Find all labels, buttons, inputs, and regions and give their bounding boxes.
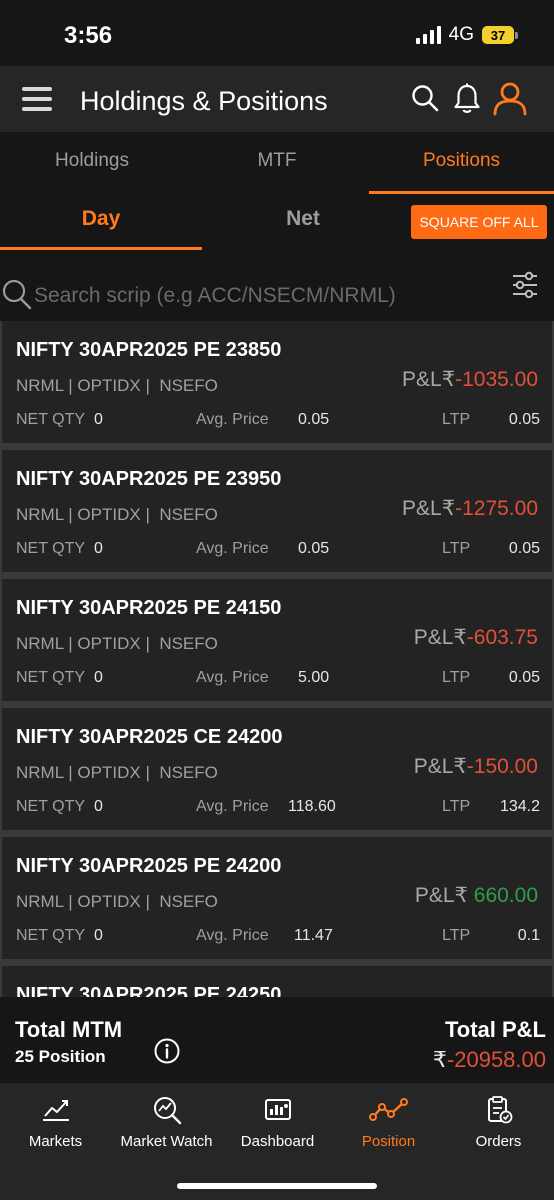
pnl-value: P&L₹-1275.00 <box>402 497 538 520</box>
profile-icon[interactable] <box>492 80 528 116</box>
nav-label: Markets <box>28 1133 83 1150</box>
avg-price-value: 0.05 <box>298 540 330 557</box>
position-card[interactable]: NIFTY 30APR2025 CE 24200 NRML | OPTIDX |… <box>2 708 552 830</box>
home-indicator <box>177 1183 377 1189</box>
nav-label: Dashboard <box>240 1133 315 1150</box>
net-qty: NET QTY 0 <box>16 540 103 557</box>
ltp-value: 134.2 <box>499 798 540 815</box>
ltp-value: 0.1 <box>517 927 540 944</box>
scrip-name: NIFTY 30APR2025 PE 24200 <box>16 855 282 877</box>
subtab-day[interactable]: Day <box>0 194 202 250</box>
app-header: Holdings & Positions <box>0 66 554 132</box>
main-tabs: Holdings MTF Positions <box>0 132 554 194</box>
position-card[interactable]: NIFTY 30APR2025 PE 24150 NRML | OPTIDX |… <box>2 579 552 701</box>
total-pnl-label: Total P&L <box>444 1017 546 1042</box>
page-title: Holdings & Positions <box>80 86 328 116</box>
summary-bar: Total MTM 25 Position Total P&L ₹-20958.… <box>0 997 554 1083</box>
scrip-name: NIFTY 30APR2025 PE 23850 <box>16 339 282 361</box>
avg-price-value: 0.05 <box>298 411 330 428</box>
scrip-meta: NRML | OPTIDX | NSEFO <box>16 763 218 782</box>
position-card[interactable]: NIFTY 30APR2025 PE 24250 <box>2 966 552 997</box>
ltp-value: 0.05 <box>508 669 540 686</box>
tab-holdings[interactable]: Holdings <box>0 132 184 194</box>
scrip-meta: NRML | OPTIDX | NSEFO <box>16 376 218 395</box>
avg-price-value: 5.00 <box>298 669 330 686</box>
nav-orders[interactable]: Orders <box>443 1083 554 1163</box>
avg-price-label: Avg. Price <box>196 540 269 557</box>
ltp-label: LTP <box>442 669 471 686</box>
scrip-meta: NRML | OPTIDX | NSEFO <box>16 634 218 653</box>
position-card[interactable]: NIFTY 30APR2025 PE 24200 NRML | OPTIDX |… <box>2 837 552 959</box>
avg-price-label: Avg. Price <box>196 669 269 686</box>
position-card[interactable]: NIFTY 30APR2025 PE 23950 NRML | OPTIDX |… <box>2 450 552 572</box>
search-input[interactable] <box>34 280 494 312</box>
position-icon <box>368 1098 408 1121</box>
nav-label: Market Watch <box>120 1133 213 1150</box>
chart-line-icon <box>42 1100 69 1121</box>
ltp-label: LTP <box>442 798 471 815</box>
scrip-name: NIFTY 30APR2025 CE 24200 <box>16 726 283 748</box>
avg-price-label: Avg. Price <box>196 411 269 428</box>
pnl-value: P&L₹-150.00 <box>413 755 538 778</box>
nav-dashboard[interactable]: Dashboard <box>222 1083 333 1163</box>
scrip-meta: NRML | OPTIDX | NSEFO <box>16 892 218 911</box>
avg-price-value: 118.60 <box>288 798 336 815</box>
market-watch-icon <box>153 1097 181 1125</box>
ltp-value: 0.05 <box>508 540 540 557</box>
positions-list: NIFTY 30APR2025 PE 23850 NRML | OPTIDX |… <box>0 321 554 997</box>
nav-market-watch[interactable]: Market Watch <box>111 1083 222 1163</box>
square-off-all-button[interactable]: SQUARE OFF ALL <box>411 205 547 239</box>
net-qty: NET QTY 0 <box>16 927 103 944</box>
ltp-label: LTP <box>442 411 471 428</box>
ltp-value: 0.05 <box>508 411 540 428</box>
ltp-label: LTP <box>442 927 471 944</box>
info-icon[interactable] <box>153 1037 181 1065</box>
position-subtabs: Day Net SQUARE OFF ALL <box>0 194 554 250</box>
pnl-value: P&L₹-603.75 <box>413 626 538 649</box>
nav-label: Position <box>361 1133 416 1150</box>
tab-positions[interactable]: Positions <box>369 132 554 194</box>
subtab-net[interactable]: Net <box>202 194 404 250</box>
status-time: 3:56 <box>64 22 113 49</box>
battery-icon: 37 <box>482 26 518 44</box>
scrip-name: NIFTY 30APR2025 PE 23950 <box>16 468 282 490</box>
nav-label: Orders <box>475 1133 522 1150</box>
menu-icon[interactable] <box>22 87 52 111</box>
nav-position[interactable]: Position <box>333 1083 444 1163</box>
scrip-meta: NRML | OPTIDX | NSEFO <box>16 505 218 524</box>
orders-icon <box>487 1096 512 1124</box>
bell-icon[interactable] <box>453 83 481 115</box>
position-card[interactable]: NIFTY 30APR2025 PE 23850 NRML | OPTIDX |… <box>2 321 552 443</box>
position-count: 25 Position <box>15 1047 106 1066</box>
tab-mtf[interactable]: MTF <box>185 132 369 194</box>
scrip-name: NIFTY 30APR2025 PE 24150 <box>16 597 282 619</box>
pnl-value: P&L₹ 660.00 <box>414 884 538 907</box>
nav-markets[interactable]: Markets <box>0 1083 111 1163</box>
total-pnl-value: ₹-20958.00 <box>432 1047 546 1072</box>
avg-price-value: 11.47 <box>294 927 333 944</box>
search-icon[interactable] <box>410 83 440 113</box>
status-indicators: 4G 37 <box>415 24 518 46</box>
scrip-name: NIFTY 30APR2025 PE 24250 <box>16 984 282 997</box>
avg-price-label: Avg. Price <box>196 927 269 944</box>
net-qty: NET QTY 0 <box>16 798 103 815</box>
avg-price-label: Avg. Price <box>196 798 269 815</box>
dashboard-icon <box>264 1099 291 1120</box>
battery-level: 37 <box>482 26 514 44</box>
status-bar: 3:56 4G 37 <box>0 0 554 66</box>
pnl-value: P&L₹-1035.00 <box>402 368 538 391</box>
network-type: 4G <box>448 24 474 45</box>
filter-icon[interactable] <box>510 270 540 300</box>
net-qty: NET QTY 0 <box>16 669 103 686</box>
signal-icon <box>415 26 441 44</box>
net-qty: NET QTY 0 <box>16 411 103 428</box>
search-bar <box>0 270 554 320</box>
ltp-label: LTP <box>442 540 471 557</box>
search-icon <box>2 279 32 310</box>
total-mtm-label: Total MTM <box>15 1017 123 1042</box>
